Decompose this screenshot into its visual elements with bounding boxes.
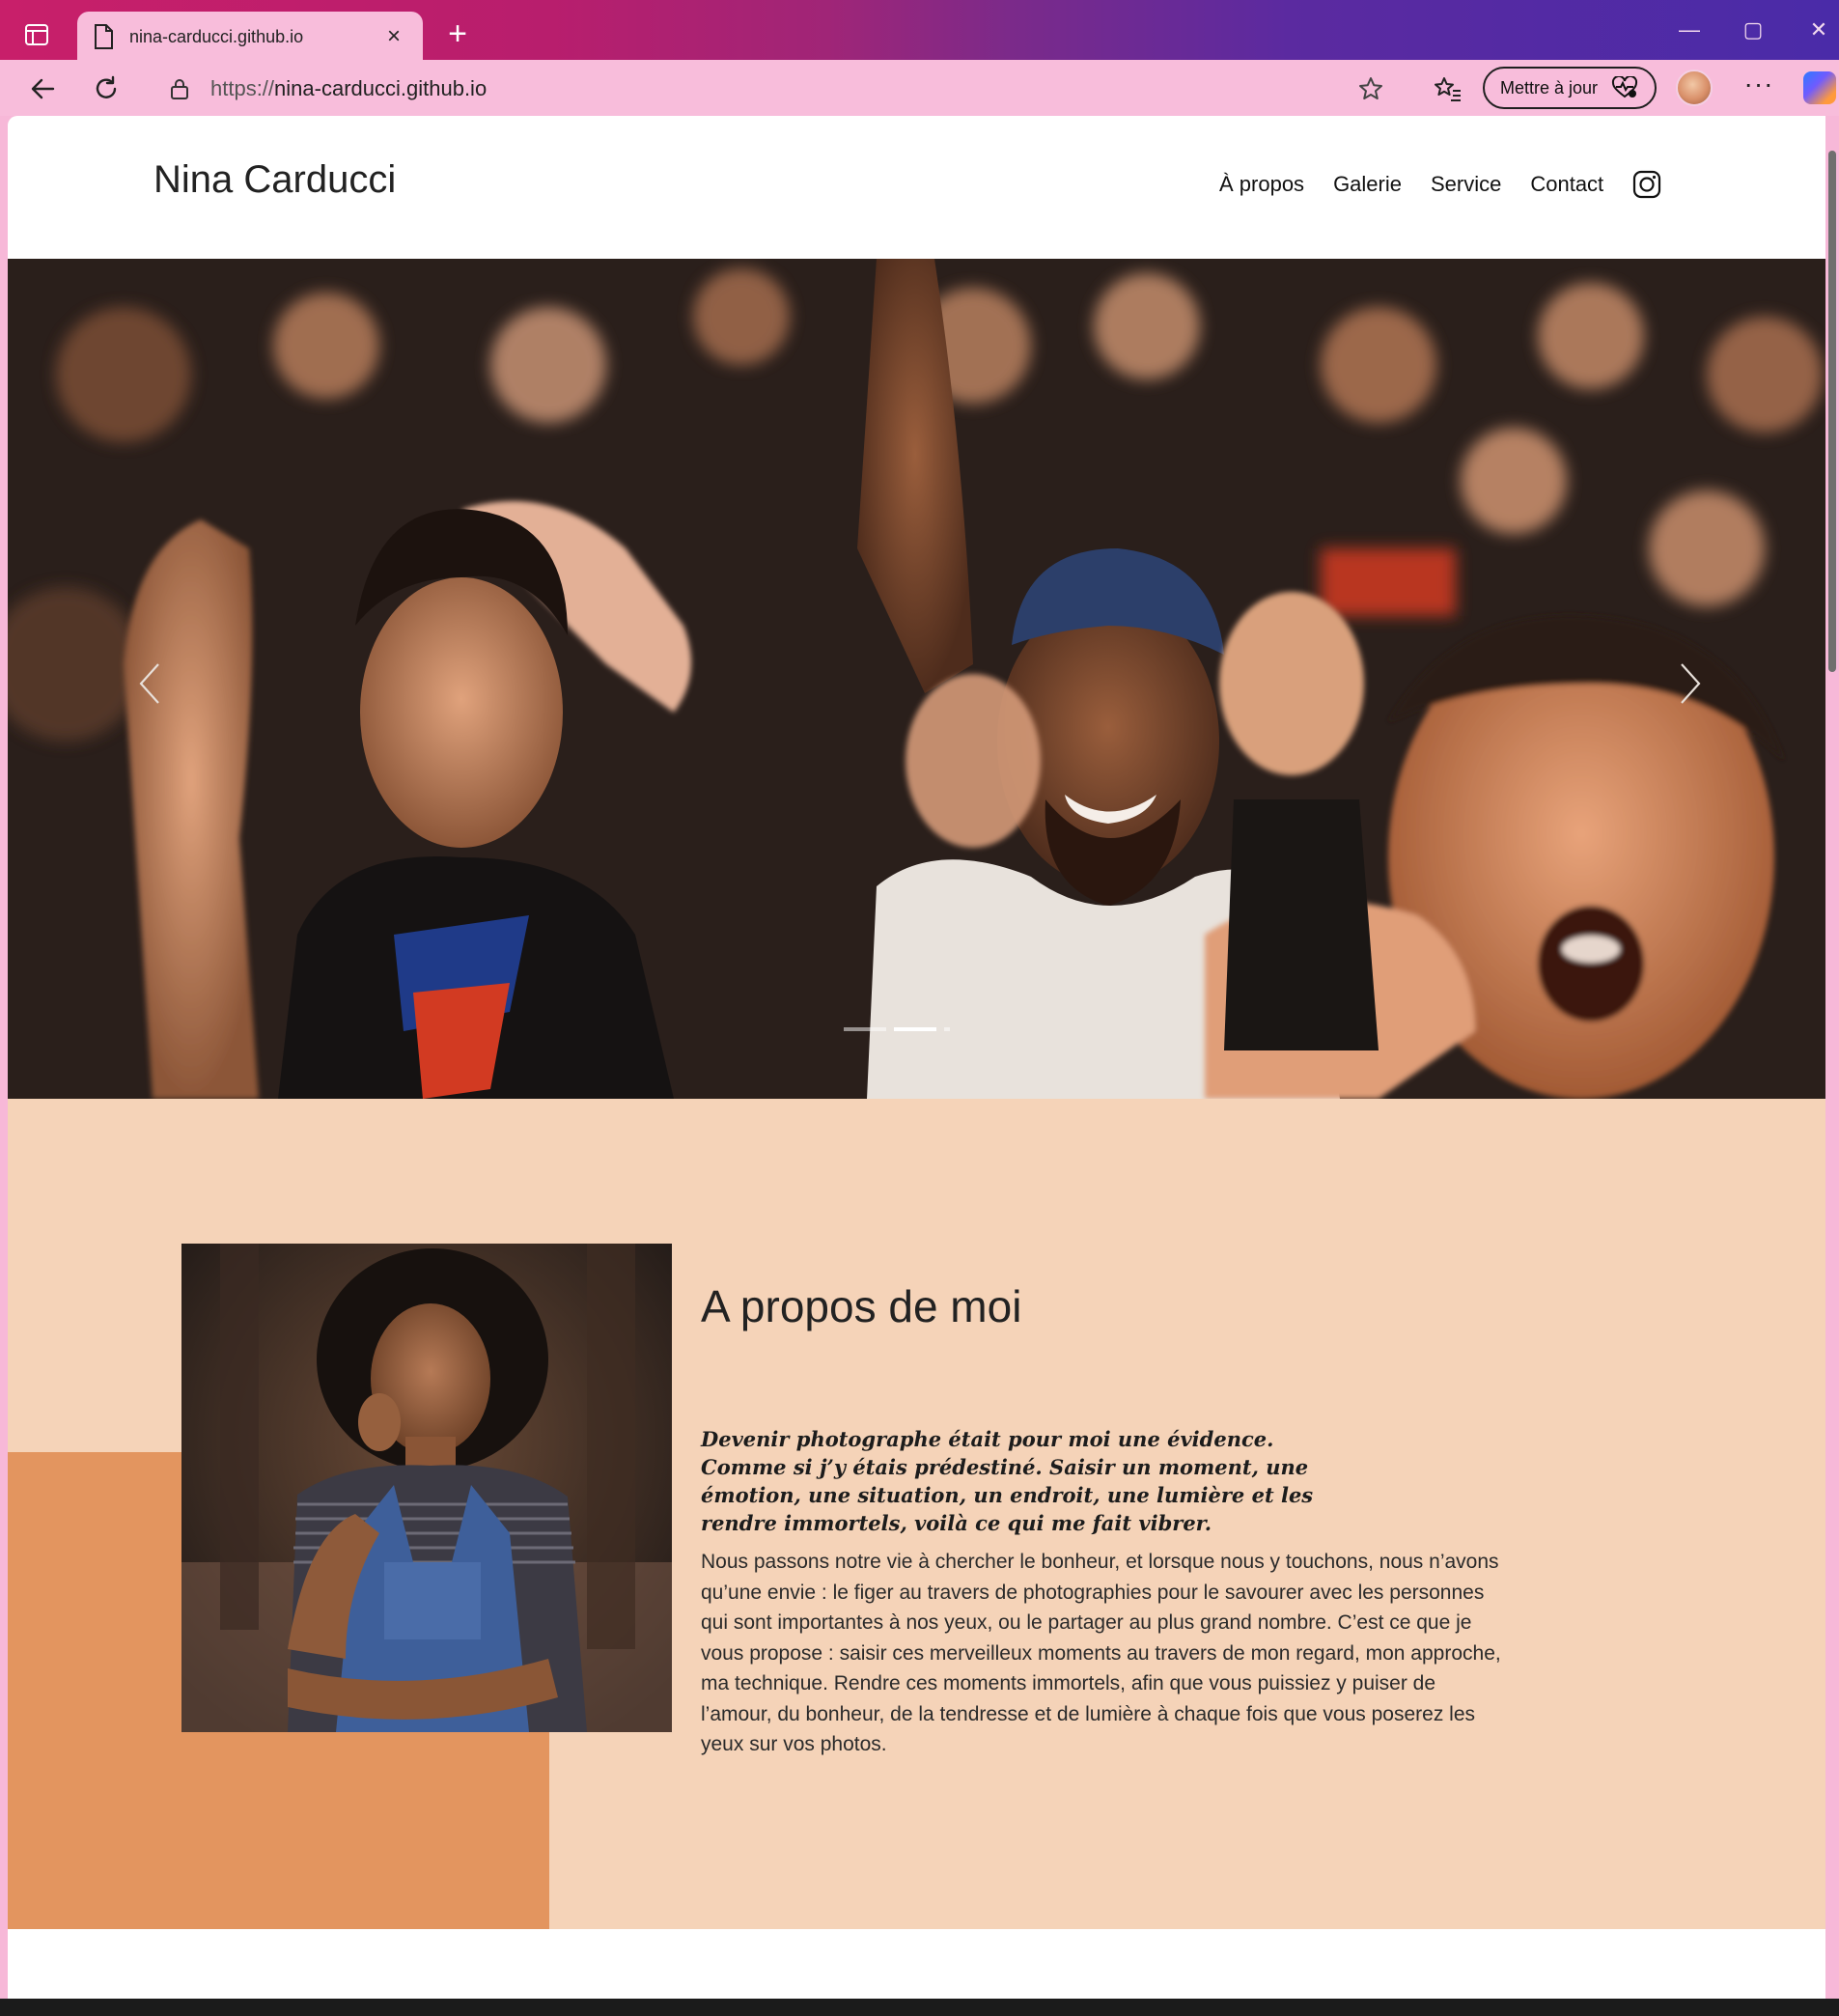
address-bar: https://nina-carducci.github.io Mettre à… [0, 60, 1839, 116]
site-title[interactable]: Nina Carducci [153, 158, 396, 202]
favorites-list-icon [1435, 77, 1461, 101]
tab-actions-icon[interactable] [14, 14, 60, 56]
update-button[interactable]: Mettre à jour [1483, 67, 1657, 109]
refresh-icon [96, 75, 117, 98]
about-title: A propos de moi [701, 1281, 1022, 1331]
url-protocol: https:// [210, 76, 275, 100]
new-tab-button[interactable]: + [438, 15, 477, 54]
copilot-icon[interactable] [1803, 71, 1836, 104]
browser-tab-active[interactable]: nina-carducci.github.io × [77, 12, 423, 62]
maximize-button[interactable]: ▢ [1732, 14, 1774, 46]
url-field[interactable]: https://nina-carducci.github.io [170, 70, 487, 108]
hero-carousel [8, 259, 1825, 1099]
site-header: Nina Carducci À propos Galerie Service C… [8, 116, 1825, 259]
page-viewport: Nina Carducci À propos Galerie Service C… [8, 116, 1825, 1999]
main-nav: À propos Galerie Service Contact [1219, 170, 1661, 199]
about-section: A propos de moi Devenir photographe étai… [8, 1099, 1825, 1929]
update-label: Mettre à jour [1500, 77, 1599, 98]
url-text: https://nina-carducci.github.io [210, 76, 487, 101]
lock-icon [171, 79, 188, 99]
hero-image [8, 259, 1825, 1099]
tab-close-button[interactable]: × [380, 23, 407, 50]
back-button[interactable] [21, 68, 64, 110]
close-window-button[interactable]: ✕ [1797, 14, 1839, 46]
url-host: nina-carducci.github.io [274, 76, 488, 100]
about-quote: Devenir photographe était pour moi une é… [701, 1427, 1314, 1535]
carousel-next-icon[interactable] [1672, 655, 1711, 713]
about-portrait-photo [181, 1244, 672, 1732]
back-arrow-icon [31, 78, 55, 99]
carousel-indicator-2[interactable] [894, 1027, 936, 1031]
browser-tab-bar: nina-carducci.github.io × + — ▢ ✕ [0, 0, 1839, 62]
nav-link-contact[interactable]: Contact [1530, 172, 1603, 197]
refresh-button[interactable] [85, 68, 127, 110]
heart-pulse-icon [1612, 76, 1638, 98]
carousel-prev-icon[interactable] [129, 655, 168, 713]
page-bottom-area [8, 1929, 1825, 1999]
nav-link-a-propos[interactable]: À propos [1219, 172, 1304, 197]
more-options-button[interactable]: ··· [1738, 70, 1780, 106]
carousel-indicators [844, 1027, 958, 1031]
nav-link-service[interactable]: Service [1431, 172, 1501, 197]
favorite-star-button[interactable] [1350, 68, 1392, 110]
carousel-indicator-1[interactable] [844, 1027, 886, 1031]
profile-avatar[interactable] [1676, 70, 1713, 106]
minimize-button[interactable]: — [1668, 14, 1711, 46]
nav-link-galerie[interactable]: Galerie [1333, 172, 1402, 197]
carousel-indicator-3[interactable] [944, 1027, 950, 1031]
taskbar-edge [0, 1999, 1839, 2016]
star-icon [1359, 77, 1382, 99]
about-body-text: Nous passons notre vie à chercher le bon… [701, 1551, 1501, 1755]
tab-title: nina-carducci.github.io [129, 26, 304, 46]
favorites-button[interactable] [1427, 68, 1469, 110]
page-icon [95, 24, 113, 49]
instagram-icon[interactable] [1632, 170, 1661, 199]
scrollbar-thumb[interactable] [1828, 151, 1836, 672]
